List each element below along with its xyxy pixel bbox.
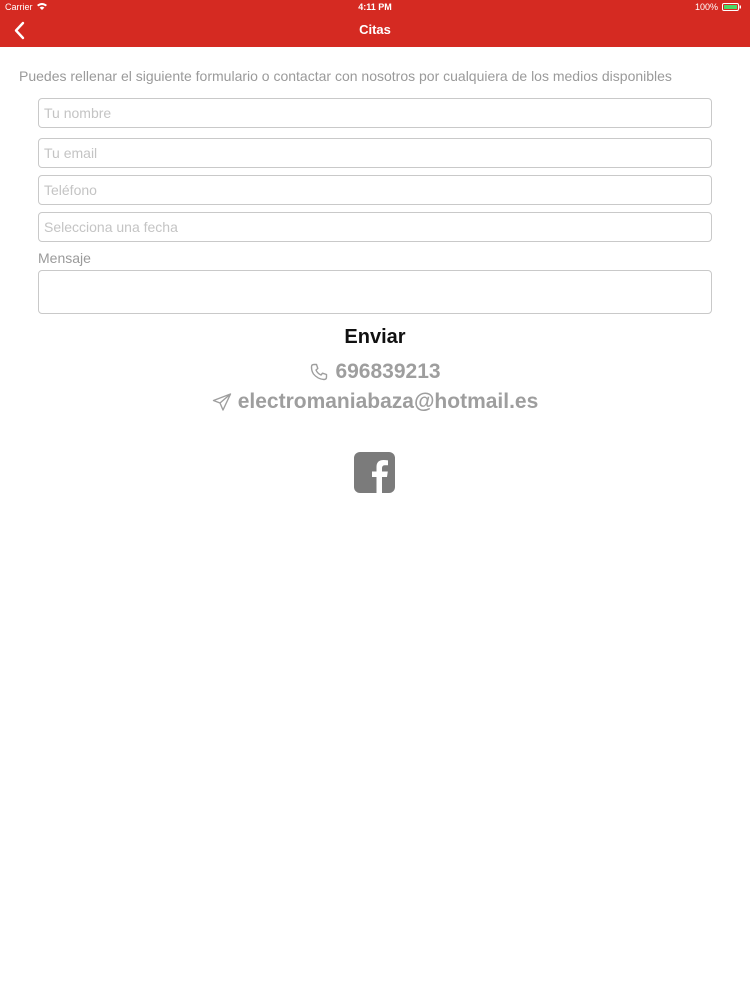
facebook-button[interactable] [354, 452, 395, 493]
nav-bar: Citas [0, 14, 750, 47]
send-button[interactable]: Enviar [0, 326, 750, 349]
battery-icon [722, 3, 741, 11]
phone-input[interactable] [38, 175, 712, 205]
name-input[interactable] [38, 98, 712, 128]
phone-icon [311, 363, 328, 381]
phone-link[interactable]: 696839213 [0, 360, 750, 384]
email-input[interactable] [38, 138, 712, 168]
header: Carrier 4:11 PM 100% Citas [0, 0, 750, 47]
battery-percentage: 100% [694, 2, 718, 12]
status-bar: Carrier 4:11 PM 100% [0, 0, 750, 14]
form-intro-text: Puedes rellenar el siguiente formulario … [19, 68, 672, 84]
message-label: Mensaje [38, 250, 91, 266]
page-title: Citas [359, 22, 391, 37]
email-address: electromaniabaza@hotmail.es [237, 390, 539, 413]
email-link[interactable]: electromaniabaza@hotmail.es [0, 390, 750, 414]
message-textarea[interactable] [38, 270, 712, 314]
date-input[interactable] [38, 212, 712, 242]
phone-number: 696839213 [335, 360, 441, 383]
facebook-icon [372, 460, 388, 493]
status-time: 4:11 PM [358, 2, 392, 12]
send-icon [212, 393, 231, 411]
